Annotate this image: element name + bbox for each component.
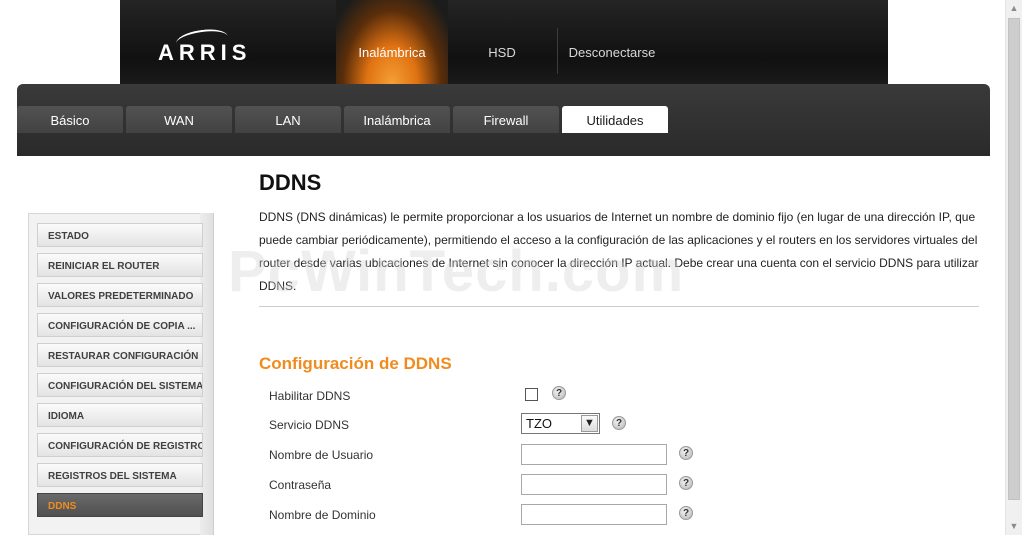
ddns-service-select[interactable]: TZO ▼ [521, 413, 600, 434]
question-mark-icon[interactable]: ? [679, 476, 693, 490]
ddns-service-label: Servicio DDNS [269, 418, 350, 432]
ddns-service-value: TZO [526, 416, 552, 431]
tab-firewall[interactable]: Firewall [453, 106, 559, 133]
vertical-scrollbar[interactable]: ▲ ▼ [1005, 0, 1022, 535]
page-title: DDNS [259, 170, 322, 195]
top-nav-wireless[interactable]: Inalámbrica [336, 0, 448, 84]
username-input[interactable] [521, 444, 667, 465]
arris-logo: ARRIS [158, 40, 252, 65]
arrow-down-icon[interactable]: ▼ [1006, 518, 1022, 535]
tab-bar: Básico WAN LAN Inalámbrica Firewall Util… [17, 84, 990, 156]
tab-basic[interactable]: Básico [17, 106, 123, 133]
sidebar-item-backup-config[interactable]: CONFIGURACIÓN DE COPIA ... [37, 313, 203, 337]
top-nav-divider [557, 28, 558, 74]
sidebar-item-status[interactable]: ESTADO [37, 223, 203, 247]
password-label: Contraseña [269, 478, 332, 492]
section-divider [259, 306, 979, 307]
ddns-description: DDNS (DNS dinámicas) le permite proporci… [259, 210, 979, 293]
section-title: Configuración de DDNS [259, 354, 452, 373]
password-input[interactable] [521, 474, 667, 495]
domain-input[interactable] [521, 504, 667, 525]
tab-utilities[interactable]: Utilidades [562, 106, 668, 133]
sidebar-item-language[interactable]: IDIOMA [37, 403, 203, 427]
chevron-down-icon[interactable]: ▼ [581, 415, 598, 432]
scrollbar-thumb[interactable] [1008, 18, 1020, 500]
header-bar: ARRIS Inalámbrica HSD Desconectarse [120, 0, 888, 84]
sidebar-item-system-logs[interactable]: REGISTROS DEL SISTEMA [37, 463, 203, 487]
question-mark-icon[interactable]: ? [679, 506, 693, 520]
enable-ddns-label: Habilitar DDNS [269, 389, 351, 403]
sidebar-item-system-config[interactable]: CONFIGURACIÓN DEL SISTEMA [37, 373, 203, 397]
enable-ddns-checkbox[interactable] [525, 388, 538, 401]
username-label: Nombre de Usuario [269, 448, 374, 462]
question-mark-icon[interactable]: ? [679, 446, 693, 460]
tab-lan[interactable]: LAN [235, 106, 341, 133]
top-nav-logout[interactable]: Desconectarse [560, 0, 664, 84]
router-admin-page: ARRIS Inalámbrica HSD Desconectarse Bási… [0, 0, 1022, 535]
tab-wireless[interactable]: Inalámbrica [344, 106, 450, 133]
sidebar-item-restore-config[interactable]: RESTAURAR CONFIGURACIÓN [37, 343, 203, 367]
question-mark-icon[interactable]: ? [552, 386, 566, 400]
sidebar-item-restart-router[interactable]: REINICIAR EL ROUTER [37, 253, 203, 277]
tab-wan[interactable]: WAN [126, 106, 232, 133]
top-nav-hsd[interactable]: HSD [450, 0, 554, 84]
sidebar-item-factory-defaults[interactable]: VALORES PREDETERMINADO [37, 283, 203, 307]
domain-label: Nombre de Dominio [269, 508, 376, 522]
arrow-up-icon[interactable]: ▲ [1006, 0, 1022, 17]
sidebar-item-ddns[interactable]: DDNS [37, 493, 203, 517]
sidebar-item-log-config[interactable]: CONFIGURACIÓN DE REGISTRO [37, 433, 203, 457]
question-mark-icon[interactable]: ? [612, 416, 626, 430]
